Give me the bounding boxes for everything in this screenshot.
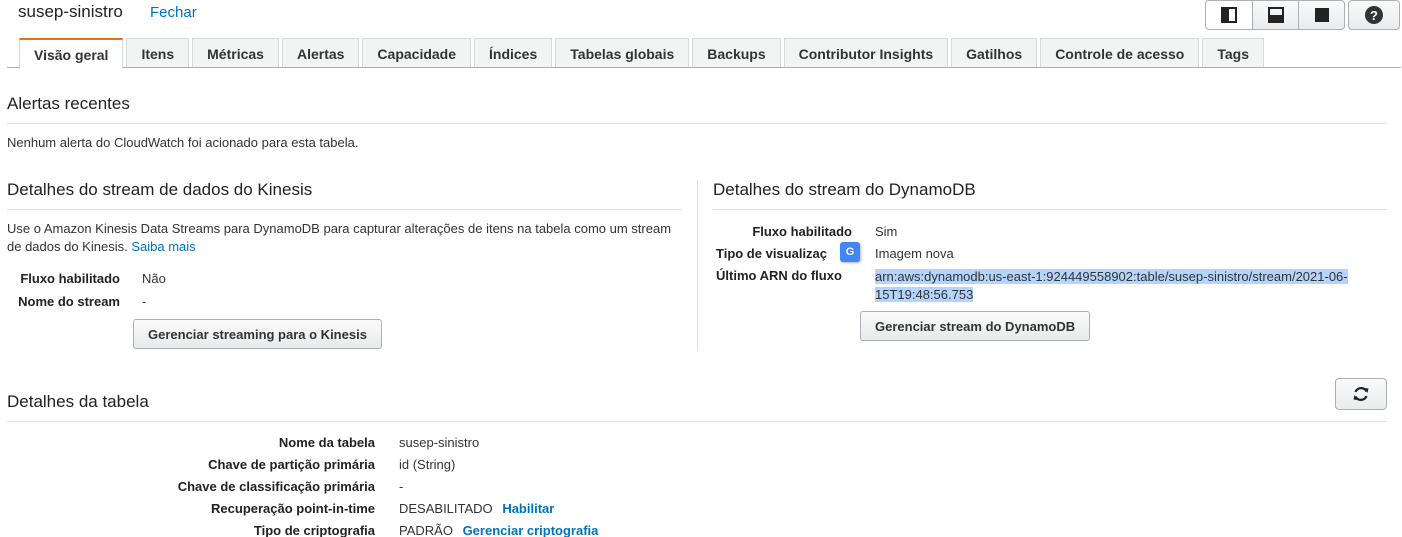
- partition-key-value: id (String): [399, 457, 456, 472]
- kinesis-divider: [7, 209, 682, 210]
- pitr-status: DESABILITADO: [399, 501, 493, 516]
- tab-10[interactable]: Controle de acesso: [1040, 38, 1200, 68]
- alerts-heading: Alertas recentes: [7, 94, 130, 113]
- encryption-type-label: Tipo de criptografia: [253, 523, 375, 537]
- learn-more-link[interactable]: Saiba mais: [131, 239, 195, 254]
- tab-0[interactable]: Visão geral: [19, 38, 124, 69]
- split-horizontal-icon: [1267, 7, 1284, 23]
- full-view-button[interactable]: [1298, 1, 1344, 29]
- dynamodb-stream-divider: [713, 209, 1387, 210]
- tab-bar: Visão geral Itens Métricas Alertas Capacidad…: [19, 38, 1267, 69]
- table-details-heading: Detalhes da tabela: [7, 392, 149, 411]
- tab-4[interactable]: Capacidade: [362, 38, 472, 68]
- dynamodb-stream-heading: Detalhes do stream do DynamoDB: [713, 180, 976, 199]
- section-vertical-divider: [697, 180, 698, 350]
- kinesis-stream-enabled-value: Não: [142, 271, 166, 286]
- full-view-icon: [1314, 8, 1329, 22]
- view-mode-group: [1205, 0, 1345, 30]
- tab-3[interactable]: Alertas: [281, 38, 360, 68]
- enable-pitr-link[interactable]: Habilitar: [502, 501, 554, 516]
- table-name-value: susep-sinistro: [399, 435, 480, 450]
- partition-key-label: Chave de partição primária: [208, 457, 375, 472]
- alerts-divider: [7, 123, 1387, 124]
- manage-encryption-link[interactable]: Gerenciar criptografia: [463, 523, 599, 537]
- tab-5[interactable]: Índices: [474, 38, 553, 68]
- dynamodb-stream-enabled-label: Fluxo habilitado: [752, 224, 852, 239]
- help-button[interactable]: ?: [1348, 0, 1400, 30]
- refresh-button[interactable]: [1335, 378, 1387, 410]
- tab-9[interactable]: Gatilhos: [951, 38, 1038, 68]
- split-horizontal-view-button[interactable]: [1252, 1, 1298, 29]
- split-vertical-icon: [1221, 7, 1237, 23]
- kinesis-stream-enabled-label: Fluxo habilitado: [20, 271, 120, 286]
- kinesis-stream-name-label: Nome do stream: [18, 294, 120, 309]
- pitr-label: Recuperação point-in-time: [211, 501, 375, 516]
- tab-bar-divider: [7, 67, 1401, 68]
- close-link[interactable]: Fechar: [150, 4, 197, 21]
- pitr-value: DESABILITADO Habilitar: [399, 501, 554, 516]
- manage-dynamodb-stream-button[interactable]: Gerenciar stream do DynamoDB: [860, 311, 1091, 341]
- dynamodb-latest-arn-value[interactable]: arn:aws:dynamodb:us-east-1:924449558902:…: [875, 268, 1390, 304]
- tab-8[interactable]: Contributor Insights: [783, 38, 949, 68]
- tab-2[interactable]: Métricas: [192, 38, 279, 68]
- encryption-type-status: PADRÃO: [399, 523, 453, 537]
- sort-key-label: Chave de classificação primária: [177, 479, 375, 494]
- kinesis-stream-name-value: -: [142, 294, 147, 309]
- refresh-icon: [1353, 387, 1369, 401]
- table-name-title: susep-sinistro: [18, 2, 123, 21]
- kinesis-description: Use o Amazon Kinesis Data Streams para D…: [7, 220, 687, 256]
- manage-kinesis-button[interactable]: Gerenciar streaming para o Kinesis: [133, 319, 382, 349]
- dynamodb-stream-enabled-value: Sim: [875, 224, 898, 239]
- arn-selected-text: arn:aws:dynamodb:us-east-1:924449558902:…: [875, 269, 1348, 302]
- dynamodb-view-type-label: Tipo de visualizaç: [716, 246, 828, 261]
- split-vertical-view-button[interactable]: [1206, 1, 1252, 29]
- tab-7[interactable]: Backups: [692, 38, 781, 68]
- kinesis-heading: Detalhes do stream de dados do Kinesis: [7, 180, 313, 199]
- table-name-label: Nome da tabela: [278, 435, 375, 450]
- alerts-message: Nenhum alerta do CloudWatch foi acionado…: [7, 135, 359, 150]
- tab-11[interactable]: Tags: [1202, 38, 1264, 68]
- translate-icon[interactable]: G: [840, 242, 860, 262]
- tab-1[interactable]: Itens: [126, 38, 190, 68]
- dynamodb-latest-arn-label: Último ARN do fluxo: [716, 268, 842, 283]
- table-details-divider: [7, 421, 1387, 422]
- kinesis-description-text: Use o Amazon Kinesis Data Streams para D…: [7, 221, 672, 254]
- sort-key-value: -: [399, 479, 404, 494]
- help-icon: ?: [1365, 6, 1383, 24]
- tab-6[interactable]: Tabelas globais: [555, 38, 690, 68]
- dynamodb-view-type-value: Imagem nova: [875, 246, 954, 261]
- encryption-type-value: PADRÃO Gerenciar criptografia: [399, 523, 598, 537]
